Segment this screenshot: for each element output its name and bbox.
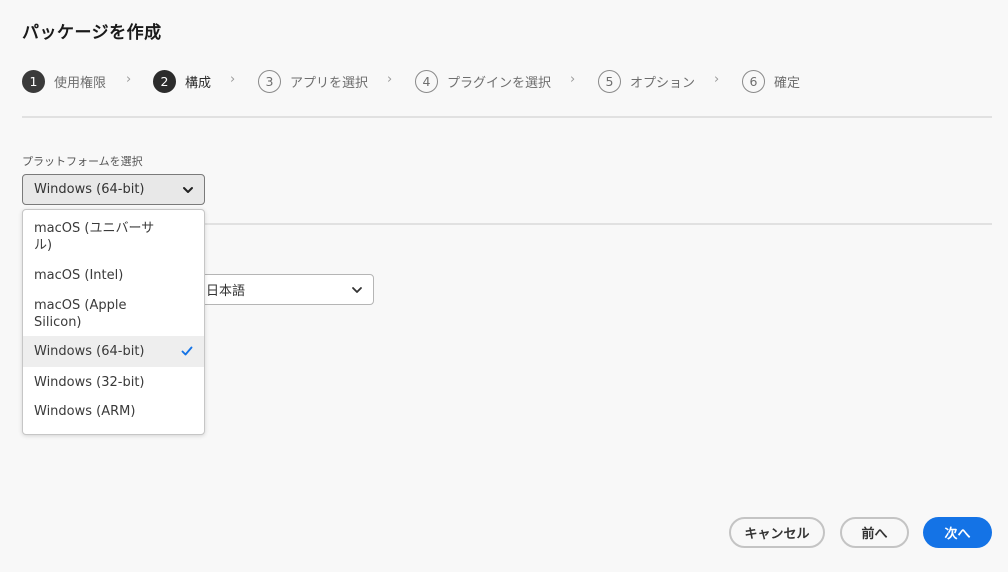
create-package-page: パッケージを作成 1 使用権限 › 2 構成 › 3 アプリを選択 › 4 プラ…: [0, 0, 1008, 572]
platform-option-windows-arm[interactable]: Windows (ARM): [23, 397, 204, 425]
step-number: 6: [742, 69, 765, 93]
next-button[interactable]: 次へ: [923, 517, 992, 548]
step-configuration[interactable]: 2 構成: [153, 69, 211, 93]
step-entitlements[interactable]: 1 使用権限: [22, 69, 106, 93]
step-select-apps[interactable]: 3 アプリを選択: [258, 69, 368, 93]
option-label-line: macOS (ユニバーサ: [34, 221, 155, 236]
step-label: アプリを選択: [290, 75, 369, 91]
chevron-down-icon: [183, 186, 193, 193]
chevron-down-icon: [352, 286, 362, 293]
step-label: 使用権限: [54, 75, 107, 91]
chevron-right-icon: ›: [126, 72, 132, 87]
step-select-plugins[interactable]: 4 プラグインを選択: [415, 69, 551, 93]
option-label-line: ル): [34, 238, 53, 253]
platform-select-value: Windows (64-bit): [34, 182, 145, 197]
step-number: 5: [598, 69, 621, 93]
platform-select[interactable]: Windows (64-bit): [22, 174, 205, 205]
step-label: プラグインを選択: [447, 75, 552, 91]
step-options[interactable]: 5 オプション: [598, 69, 695, 93]
option-label-line: macOS (Apple: [34, 298, 127, 313]
header-divider: [22, 116, 992, 118]
platform-option-macos-universal[interactable]: macOS (ユニバーサ ル): [23, 215, 204, 259]
step-number: 1: [22, 69, 45, 93]
step-confirm[interactable]: 6 確定: [742, 69, 800, 93]
platform-option-windows-32[interactable]: Windows (32-bit): [23, 367, 204, 397]
step-number: 4: [415, 69, 438, 93]
step-label: 構成: [185, 75, 212, 91]
cancel-button[interactable]: キャンセル: [729, 517, 825, 548]
page-title: パッケージを作成: [22, 23, 162, 43]
chevron-right-icon: ›: [387, 72, 393, 87]
step-label: 確定: [774, 75, 801, 91]
option-label-line: Windows (64-bit): [34, 344, 145, 359]
step-number: 2: [153, 69, 176, 93]
back-button[interactable]: 前へ: [840, 517, 909, 548]
option-label-line: Windows (32-bit): [34, 375, 145, 390]
option-label-line: macOS (Intel): [34, 268, 124, 283]
language-select-value: 日本語: [206, 284, 246, 299]
checkmark-icon: [181, 346, 193, 356]
platform-option-macos-intel[interactable]: macOS (Intel): [23, 259, 204, 290]
chevron-right-icon: ›: [714, 72, 720, 87]
step-number: 3: [258, 69, 281, 93]
language-select[interactable]: 日本語: [190, 274, 374, 305]
chevron-right-icon: ›: [230, 72, 236, 87]
option-label-line: Windows (ARM): [34, 404, 136, 419]
platform-option-macos-apple-silicon[interactable]: macOS (Apple Silicon): [23, 290, 204, 336]
chevron-right-icon: ›: [570, 72, 576, 87]
step-label: オプション: [630, 75, 696, 91]
platform-dropdown-menu: macOS (ユニバーサ ル) macOS (Intel) macOS (App…: [22, 209, 205, 435]
platform-label: プラットフォームを選択: [22, 155, 143, 168]
option-label-line: Silicon): [34, 315, 82, 330]
platform-option-windows-64[interactable]: Windows (64-bit): [23, 336, 204, 367]
section-divider: [205, 223, 992, 225]
